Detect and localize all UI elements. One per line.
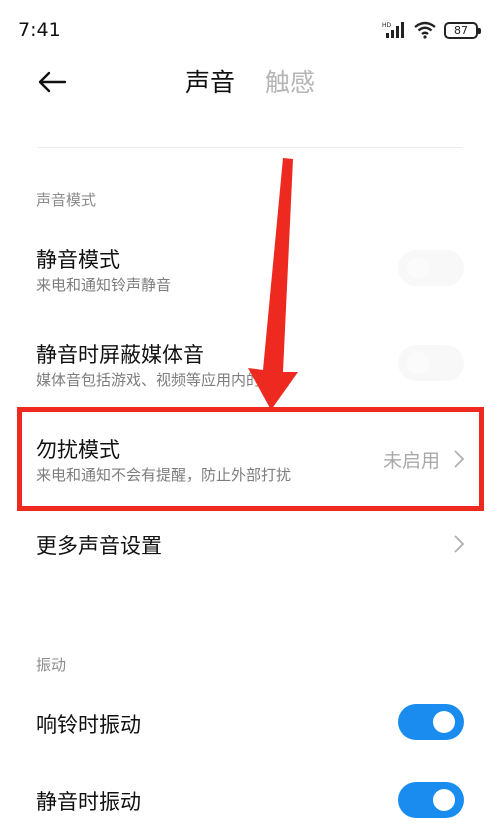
toggle-knob (407, 352, 429, 374)
back-button[interactable] (32, 62, 72, 102)
vibrate-on-silent-toggle[interactable] (398, 782, 464, 818)
row-subtitle: 来电和通知不会有提醒，防止外部打扰 (36, 466, 292, 484)
section-label-vibration: 振动 (36, 656, 67, 674)
battery-icon: 87 (444, 21, 481, 39)
chevron-right-icon (454, 535, 465, 553)
tab-sound[interactable]: 声音 (185, 63, 235, 99)
wifi-icon (414, 21, 436, 39)
row-title: 更多声音设置 (36, 534, 162, 558)
row-subtitle: 媒体音包括游戏、视频等应用内的声音 (36, 371, 292, 389)
tab-haptic[interactable]: 触感 (265, 63, 315, 99)
row-subtitle: 来电和通知铃声静音 (36, 276, 172, 294)
arrow-left-icon (38, 71, 67, 93)
hd-signal-icon: HD (382, 22, 404, 38)
row-vibrate-on-ring[interactable]: 响铃时振动 (0, 692, 500, 752)
status-bar: 7:41 HD 87 (0, 0, 500, 56)
row-title: 静音时屏蔽媒体音 (36, 343, 204, 367)
mute-media-toggle[interactable] (398, 345, 464, 381)
row-do-not-disturb[interactable]: 勿扰模式 来电和通知不会有提醒，防止外部打扰 未启用 (0, 420, 500, 502)
vibrate-on-ring-toggle[interactable] (398, 704, 464, 740)
silent-mode-toggle[interactable] (398, 250, 464, 286)
header: 声音 触感 (0, 56, 500, 108)
dnd-status-value: 未启用 (382, 450, 440, 472)
toggle-knob (433, 711, 455, 733)
row-title: 勿扰模式 (36, 438, 120, 462)
row-more-sound-settings[interactable]: 更多声音设置 (0, 516, 500, 572)
row-mute-media[interactable]: 静音时屏蔽媒体音 媒体音包括游戏、视频等应用内的声音 (0, 325, 500, 405)
status-icons: HD 87 (382, 20, 481, 40)
battery-level: 87 (454, 23, 468, 37)
toggle-knob (433, 789, 455, 811)
row-vibrate-on-silent[interactable]: 静音时振动 (0, 770, 500, 830)
row-title: 响铃时振动 (36, 713, 141, 737)
svg-text:HD: HD (382, 22, 392, 29)
toggle-knob (407, 257, 429, 279)
row-title: 静音时振动 (36, 790, 141, 814)
status-time: 7:41 (18, 19, 61, 41)
row-title: 静音模式 (36, 248, 120, 272)
chevron-right-icon (454, 450, 465, 468)
section-label-sound-mode: 声音模式 (36, 191, 97, 209)
divider (38, 147, 462, 148)
row-silent-mode[interactable]: 静音模式 来电和通知铃声静音 (0, 230, 500, 310)
